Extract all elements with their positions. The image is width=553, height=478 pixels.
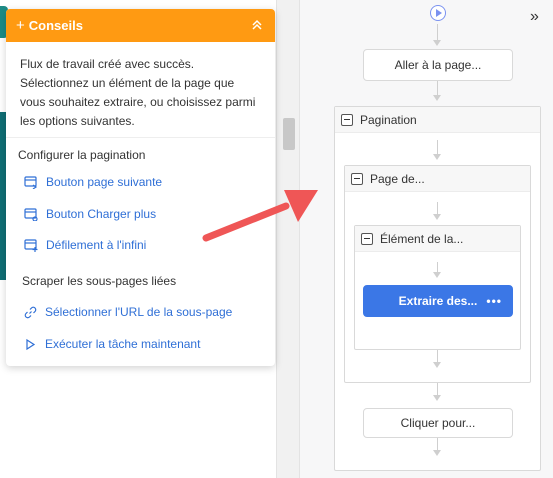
more-options-icon[interactable]: •••: [486, 294, 502, 308]
pagination-loop-label: Pagination: [360, 112, 417, 127]
flow-connector: [437, 438, 438, 450]
page-of-loop-label: Page de...: [370, 171, 425, 186]
page-of-loop-header[interactable]: Page de...: [345, 166, 530, 192]
flow-connector: [437, 81, 438, 95]
flow-arrow: [433, 362, 441, 368]
subpages-section-title: Scraper les sous-pages liées: [22, 274, 177, 288]
collapse-element-of-icon[interactable]: [361, 232, 373, 245]
flow-arrow: [433, 154, 441, 160]
pagination-loop-header[interactable]: Pagination: [335, 107, 540, 133]
flow-connector: [437, 140, 438, 154]
infinite-scroll-option[interactable]: Défilement à l'infini: [24, 238, 146, 252]
pagination-section-title: Configurer la pagination: [18, 148, 146, 162]
extract-data-label: Extraire des...: [398, 294, 478, 308]
flow-connector: [437, 350, 438, 362]
flow-arrow: [433, 95, 441, 101]
collapse-pagination-icon[interactable]: [341, 113, 353, 126]
run-task-now-label: Exécuter la tâche maintenant: [45, 337, 201, 351]
infinite-scroll-icon: [24, 238, 38, 252]
next-page-button-option[interactable]: Bouton page suivante: [24, 175, 162, 189]
flow-connector: [437, 262, 438, 272]
page-scrollbar-thumb[interactable]: [283, 118, 295, 150]
collapse-up-icon[interactable]: [251, 18, 263, 32]
flow-arrow: [433, 40, 441, 46]
tips-message: Flux de travail créé avec succès. Sélect…: [6, 42, 275, 138]
flow-arrow: [433, 395, 441, 401]
next-page-button-label: Bouton page suivante: [46, 175, 163, 189]
run-task-now-option[interactable]: Exécuter la tâche maintenant: [24, 337, 200, 351]
collapse-page-of-icon[interactable]: [351, 172, 363, 185]
flow-connector: [437, 202, 438, 214]
click-node[interactable]: Cliquer pour...: [363, 408, 513, 438]
flow-arrow: [433, 214, 441, 220]
goto-page-node[interactable]: Aller à la page...: [363, 49, 513, 81]
click-node-label: Cliquer pour...: [400, 416, 476, 430]
element-of-loop-header[interactable]: Élément de la...: [355, 226, 520, 252]
flow-arrow: [433, 272, 441, 278]
load-more-button-option[interactable]: Bouton Charger plus: [24, 207, 156, 221]
flow-connector: [437, 383, 438, 395]
goto-page-label: Aller à la page...: [394, 58, 482, 72]
play-icon: [26, 338, 36, 350]
flow-arrow: [433, 450, 441, 456]
select-subpage-url-label: Sélectionner l'URL de la sous-page: [45, 305, 233, 319]
tips-title: Conseils: [28, 18, 83, 33]
load-more-button-label: Bouton Charger plus: [46, 207, 157, 221]
pointer-arrow-icon: [202, 190, 318, 242]
next-page-icon: [24, 175, 38, 189]
tips-header[interactable]: + Conseils: [6, 9, 275, 42]
start-play-icon[interactable]: [430, 5, 446, 21]
flow-connector: [437, 24, 438, 40]
select-subpage-url-option[interactable]: Sélectionner l'URL de la sous-page: [24, 305, 232, 319]
infinite-scroll-label: Défilement à l'infini: [46, 238, 147, 252]
load-more-icon: [24, 207, 38, 221]
extract-data-node[interactable]: Extraire des... •••: [363, 285, 513, 317]
plus-icon: +: [16, 17, 25, 34]
element-of-loop-label: Élément de la...: [380, 231, 464, 246]
expand-panel-icon[interactable]: »: [530, 8, 539, 26]
link-icon: [24, 306, 37, 318]
